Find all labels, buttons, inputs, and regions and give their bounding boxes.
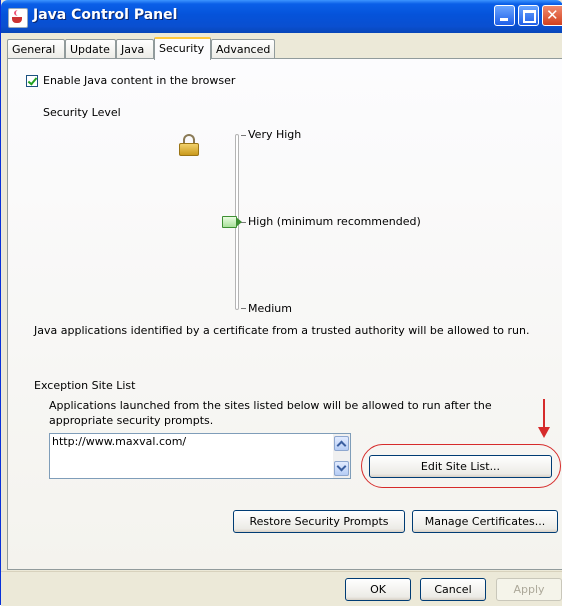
enable-java-checkbox[interactable] bbox=[26, 75, 38, 87]
lock-icon bbox=[179, 134, 199, 156]
tab-security[interactable]: Security bbox=[154, 37, 211, 60]
tab-advanced[interactable]: Advanced bbox=[211, 39, 275, 59]
level-medium[interactable]: Medium bbox=[248, 302, 292, 315]
manage-certificates-button[interactable]: Manage Certificates... bbox=[412, 510, 558, 533]
highlight-circle bbox=[361, 444, 561, 488]
list-item[interactable]: http://www.maxval.com/ bbox=[52, 435, 186, 448]
security-level-description: Java applications identified by a certif… bbox=[34, 324, 530, 337]
minimize-button[interactable] bbox=[494, 5, 515, 26]
dialog-button-bar: OK Cancel Apply bbox=[1, 571, 562, 606]
ok-button[interactable]: OK bbox=[345, 578, 411, 601]
slider-thumb[interactable] bbox=[222, 216, 246, 228]
security-panel: Enable Java content in the browser Secur… bbox=[7, 58, 562, 570]
scroll-down-icon[interactable] bbox=[334, 461, 349, 476]
tab-general[interactable]: General bbox=[7, 39, 65, 59]
arrow-down-icon bbox=[538, 427, 550, 438]
security-level-title: Security Level bbox=[43, 106, 121, 119]
annotation-arrow bbox=[543, 399, 545, 429]
tab-java[interactable]: Java bbox=[116, 39, 154, 59]
tick-medium bbox=[241, 308, 246, 309]
apply-button[interactable]: Apply bbox=[496, 578, 562, 601]
restore-security-prompts-button[interactable]: Restore Security Prompts bbox=[233, 510, 405, 533]
window-title: Java Control Panel bbox=[33, 7, 178, 23]
exception-site-list-title: Exception Site List bbox=[34, 379, 136, 392]
java-icon bbox=[8, 8, 28, 28]
scroll-up-icon[interactable] bbox=[334, 436, 349, 451]
tab-update[interactable]: Update bbox=[65, 39, 116, 59]
maximize-button[interactable] bbox=[518, 5, 539, 26]
java-control-panel-window: Java Control Panel ✕ General Update Java… bbox=[0, 0, 562, 606]
close-button[interactable]: ✕ bbox=[542, 5, 562, 26]
close-icon: ✕ bbox=[546, 6, 559, 24]
enable-java-label[interactable]: Enable Java content in the browser bbox=[43, 74, 235, 87]
level-very-high[interactable]: Very High bbox=[248, 128, 301, 141]
listbox-scrollbar[interactable] bbox=[333, 434, 350, 478]
title-bar[interactable]: Java Control Panel ✕ bbox=[1, 0, 562, 33]
exception-site-listbox[interactable]: http://www.maxval.com/ bbox=[49, 433, 351, 479]
level-high[interactable]: High (minimum recommended) bbox=[248, 215, 421, 228]
exception-site-list-description: Applications launched from the sites lis… bbox=[49, 399, 492, 427]
tick-very-high bbox=[241, 135, 246, 136]
cancel-button[interactable]: Cancel bbox=[420, 578, 486, 601]
